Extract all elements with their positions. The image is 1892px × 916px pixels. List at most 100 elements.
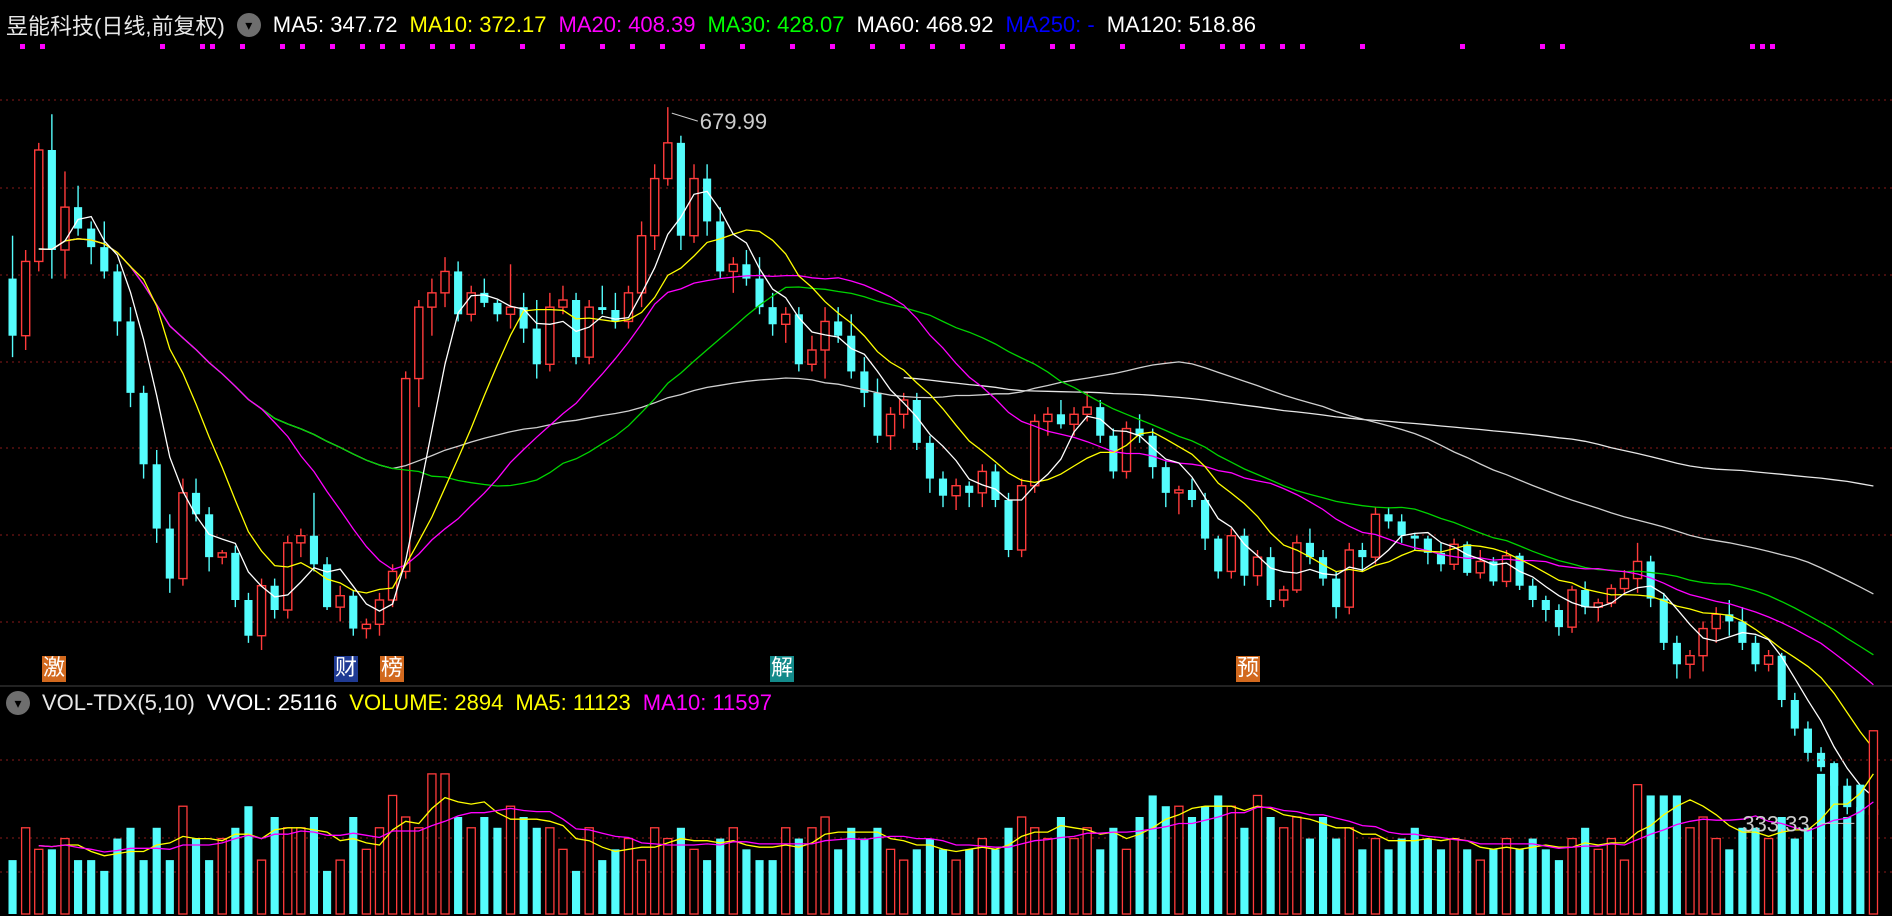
- candle-body-down: [165, 528, 174, 579]
- signal-marker: [1180, 44, 1185, 49]
- volume-bar-down: [742, 849, 751, 914]
- signal-marker: [870, 44, 875, 49]
- volume-bar-up: [1619, 859, 1630, 915]
- candle-body-up: [1344, 549, 1355, 608]
- candle-body-down: [1109, 435, 1118, 472]
- ma250-label: MA250: -: [1005, 12, 1095, 37]
- volume-bar-down: [1240, 827, 1249, 914]
- vvol-label: VVOL: 25116: [206, 690, 338, 715]
- candle-body-down: [152, 464, 161, 529]
- volume-bar-down: [676, 827, 685, 914]
- candlestick: [178, 478, 188, 586]
- candle-body-down: [716, 221, 725, 272]
- event-tag-ranking[interactable]: 榜: [380, 656, 404, 682]
- volume-bar-up: [296, 827, 306, 915]
- volume-label: VOLUME: 2894: [349, 690, 504, 715]
- candle-body-down: [1266, 557, 1275, 600]
- signal-marker: [1750, 44, 1755, 49]
- kline-chart-canvas: 679.99 333.33: [0, 0, 1892, 916]
- high-price-label: 679.99: [700, 109, 767, 134]
- volume-bar-up: [820, 816, 830, 915]
- signal-marker: [380, 44, 385, 49]
- volume-bar-down: [1646, 795, 1655, 914]
- volume-bar-down: [794, 838, 803, 914]
- event-tag-incentive[interactable]: 激: [42, 656, 66, 682]
- volume-bar-down: [1266, 817, 1275, 914]
- volume-bar-down: [493, 827, 502, 914]
- volume-bar-up: [374, 827, 385, 915]
- candlestick: [231, 545, 240, 608]
- candle-body-up: [807, 349, 817, 365]
- signal-marker: [1240, 44, 1245, 49]
- volume-bar-down: [1318, 817, 1328, 914]
- event-tag-financial[interactable]: 财: [334, 656, 358, 682]
- signal-marker: [1360, 44, 1365, 49]
- volume-bar-up: [1121, 848, 1132, 915]
- volume-bar-down: [1830, 763, 1839, 914]
- volume-bar-up: [1632, 784, 1643, 915]
- candle-body-down: [139, 392, 148, 465]
- signal-marker: [1770, 44, 1775, 49]
- volume-bar-up: [1069, 837, 1079, 915]
- volume-bar-down: [1214, 795, 1223, 914]
- signal-marker: [1050, 44, 1055, 49]
- stock-title: 昱能科技(日线,前复权): [6, 14, 225, 39]
- signal-marker: [1120, 44, 1125, 49]
- candle-body-down: [1201, 500, 1210, 539]
- candlestick: [1489, 557, 1498, 586]
- volume-bar-down: [768, 860, 777, 914]
- signal-marker: [1220, 44, 1225, 49]
- candle-body-down: [1646, 561, 1655, 599]
- candle-body-up: [20, 260, 31, 337]
- volume-bar-down: [925, 838, 934, 914]
- vol-ma10-label: MA10: 11597: [642, 690, 772, 715]
- candle-body-up: [1082, 406, 1092, 415]
- ma20-label: MA20: 408.39: [558, 12, 696, 37]
- signal-marker: [790, 44, 795, 49]
- candle-body-up: [178, 492, 188, 580]
- candlestick: [1004, 492, 1013, 558]
- ma10-label: MA10: 372.17: [409, 12, 547, 37]
- candle-body-up: [1698, 627, 1708, 657]
- volume-bar-down: [323, 870, 332, 914]
- candle-body-up: [1252, 556, 1263, 577]
- volume-bar-down: [1096, 849, 1105, 914]
- volume-bar-up: [427, 773, 437, 915]
- candlestick: [323, 557, 332, 610]
- event-tag-unlock[interactable]: 解: [770, 656, 794, 682]
- candlestick: [584, 300, 594, 365]
- candle-body-up: [545, 306, 555, 365]
- chevron-down-icon[interactable]: ▾: [236, 13, 261, 37]
- volume-bar-down: [532, 827, 541, 914]
- signal-marker: [40, 44, 45, 49]
- volume-bar-up: [1763, 837, 1774, 915]
- candle-body-up: [256, 585, 267, 637]
- low-price-label: 333.33: [1742, 811, 1809, 836]
- volume-bar-down: [1436, 849, 1446, 914]
- volume-bar-down: [1554, 860, 1563, 914]
- candle-body-up: [951, 485, 961, 497]
- signal-marker: [300, 44, 305, 49]
- volume-bar-down: [716, 838, 725, 914]
- event-tag-forecast[interactable]: 预: [1236, 656, 1260, 682]
- volume-bar-down: [598, 860, 607, 914]
- volume-bar-up: [558, 848, 568, 915]
- volume-bar-up: [1606, 837, 1617, 915]
- volume-bar-up: [335, 859, 345, 915]
- chevron-down-icon[interactable]: ▾: [6, 691, 30, 715]
- candle-body-up: [558, 299, 568, 308]
- candle-body-up: [780, 313, 791, 325]
- volume-bar-down: [1384, 849, 1393, 914]
- volume-bar-up: [951, 859, 961, 915]
- candle-body-up: [296, 535, 306, 544]
- candle-body-down: [1581, 590, 1590, 608]
- candle-body-down: [925, 442, 934, 479]
- candle-body-down: [1214, 538, 1223, 572]
- candle-body-down: [768, 307, 777, 325]
- ma60-label: MA60: 468.92: [856, 12, 994, 37]
- signal-marker: [700, 44, 705, 49]
- volume-bar-down: [1672, 795, 1681, 914]
- candlestick: [1567, 585, 1577, 633]
- candlestick: [20, 250, 31, 350]
- signal-marker: [630, 44, 635, 49]
